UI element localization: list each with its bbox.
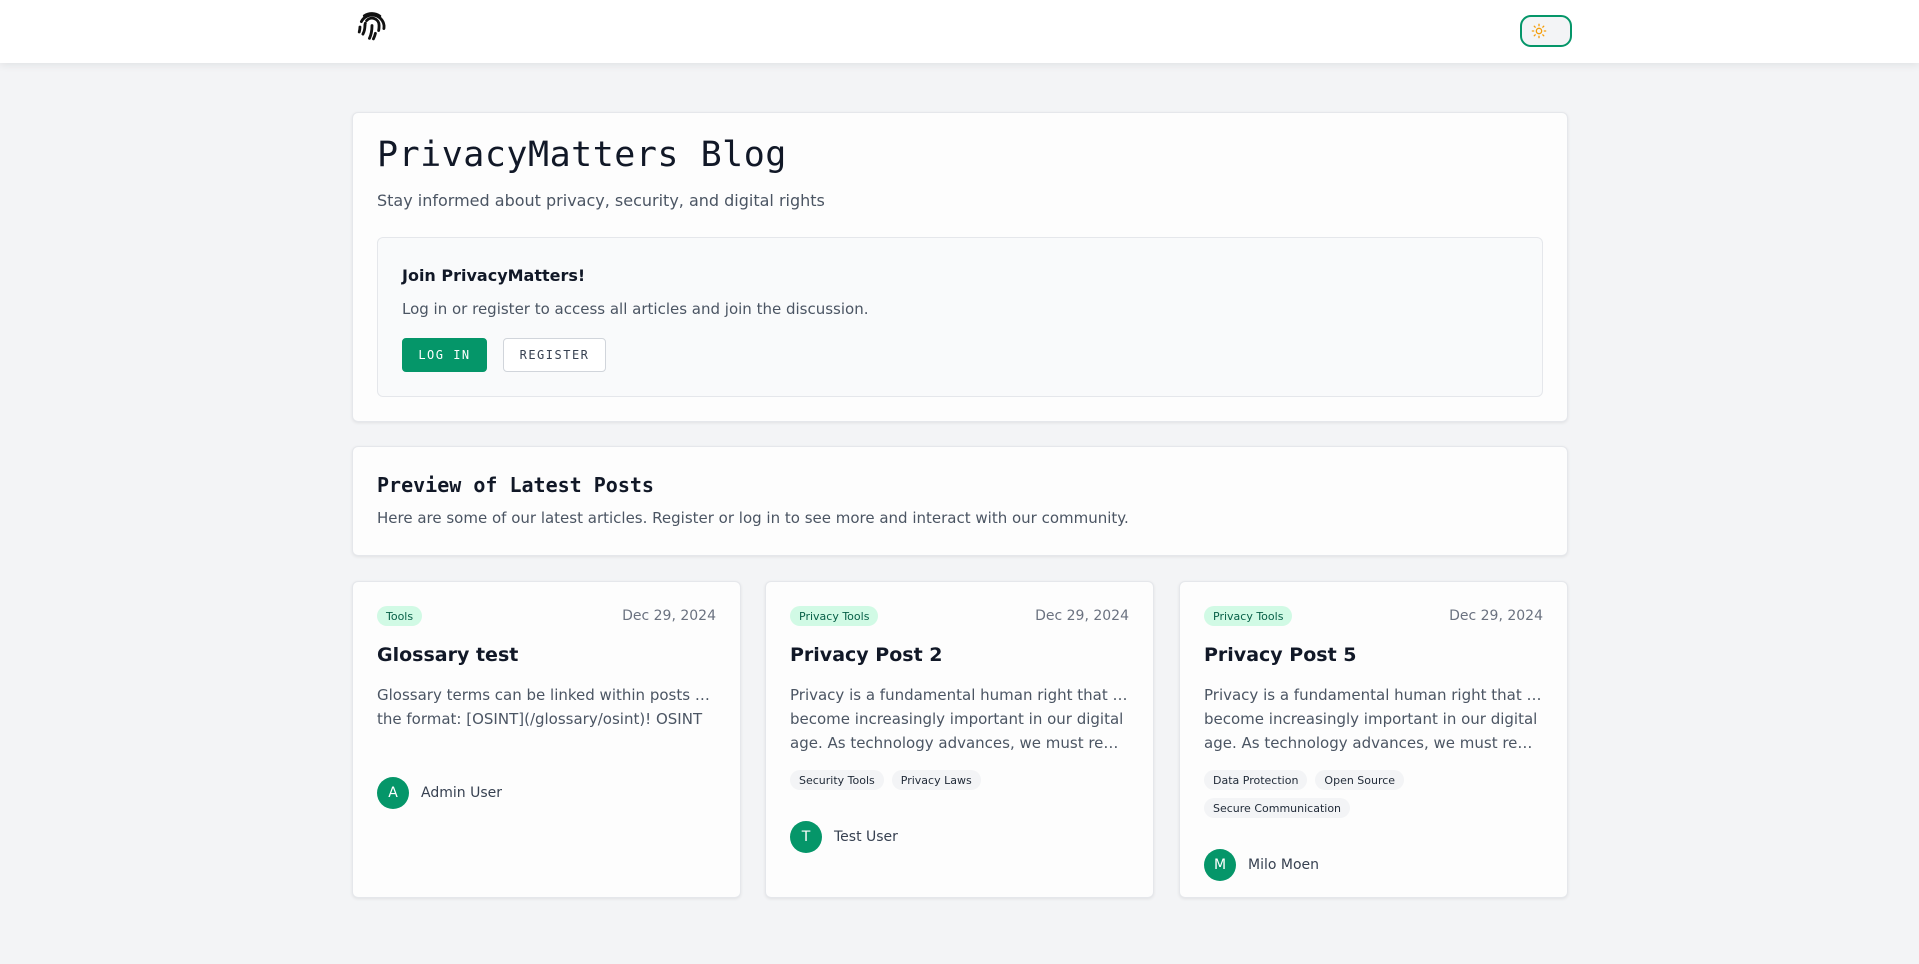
post-title[interactable]: Privacy Post 5 <box>1204 644 1356 666</box>
tag[interactable]: Privacy Laws <box>891 770 981 790</box>
category-badge[interactable]: Privacy Tools <box>790 606 879 626</box>
author-name: Admin User <box>421 785 502 801</box>
post-date: Dec 29, 2024 <box>622 608 716 624</box>
login-button[interactable]: LOG IN <box>402 338 487 372</box>
excerpt-line: become increasingly important in our dig… <box>1204 710 1538 728</box>
post-card[interactable]: Tools Dec 29, 2024 Glossary test Glossar… <box>352 581 741 898</box>
join-title: Join PrivacyMatters! <box>402 266 586 285</box>
preview-text: Here are some of our latest articles. Re… <box>377 509 1129 527</box>
post-date: Dec 29, 2024 <box>1449 608 1543 624</box>
post-title[interactable]: Privacy Post 2 <box>790 644 942 666</box>
post-author: A Admin User <box>377 777 502 809</box>
excerpt-line: age. As technology advances, we must rem… <box>790 734 1131 752</box>
tag[interactable]: Secure Communication <box>1204 798 1351 818</box>
post-excerpt: Glossary terms can be linked within post… <box>377 683 718 731</box>
avatar: M <box>1204 849 1236 881</box>
category-badge[interactable]: Tools <box>377 606 423 626</box>
page-title: PrivacyMatters Blog <box>377 135 787 175</box>
excerpt-line: become increasingly important in our dig… <box>790 710 1124 728</box>
join-text: Log in or register to access all article… <box>402 300 869 318</box>
post-excerpt: Privacy is a fundamental human right tha… <box>1204 683 1545 755</box>
excerpt-line: Privacy is a fundamental human right tha… <box>1204 686 1545 704</box>
excerpt-line: age. As technology advances, we must rem… <box>1204 734 1545 752</box>
preview-title: Preview of Latest Posts <box>377 473 654 497</box>
post-author: T Test User <box>790 821 898 853</box>
sun-icon <box>1531 23 1547 39</box>
top-navbar <box>0 0 1919 63</box>
register-button[interactable]: REGISTER <box>503 338 606 372</box>
preview-card: Preview of Latest Posts Here are some of… <box>352 446 1568 556</box>
post-author: M Milo Moen <box>1204 849 1319 881</box>
join-panel: Join PrivacyMatters! Log in or register … <box>377 237 1543 397</box>
avatar: A <box>377 777 409 809</box>
post-card[interactable]: Privacy Tools Dec 29, 2024 Privacy Post … <box>765 581 1154 898</box>
excerpt-line: Privacy is a fundamental human right tha… <box>790 686 1131 704</box>
post-date: Dec 29, 2024 <box>1035 608 1129 624</box>
excerpt-line: Glossary terms can be linked within post… <box>377 686 718 704</box>
tag-list: Security Tools Privacy Laws <box>790 770 1131 790</box>
post-card[interactable]: Privacy Tools Dec 29, 2024 Privacy Post … <box>1179 581 1568 898</box>
tag-list: Data Protection Open Source Secure Commu… <box>1204 770 1545 818</box>
post-title[interactable]: Glossary test <box>377 644 518 666</box>
excerpt-line: the format: [OSINT](/glossary/osint)! OS… <box>377 710 703 728</box>
fingerprint-icon[interactable] <box>354 9 390 45</box>
tag[interactable]: Open Source <box>1315 770 1405 790</box>
page-subtitle: Stay informed about privacy, security, a… <box>377 191 825 210</box>
tag[interactable]: Security Tools <box>790 770 884 790</box>
avatar: T <box>790 821 822 853</box>
tag[interactable]: Data Protection <box>1204 770 1308 790</box>
author-name: Test User <box>834 829 898 845</box>
category-badge[interactable]: Privacy Tools <box>1204 606 1293 626</box>
author-name: Milo Moen <box>1248 857 1320 873</box>
theme-toggle[interactable] <box>1520 15 1572 47</box>
post-excerpt: Privacy is a fundamental human right tha… <box>790 683 1131 755</box>
hero-card: PrivacyMatters Blog Stay informed about … <box>352 112 1568 422</box>
